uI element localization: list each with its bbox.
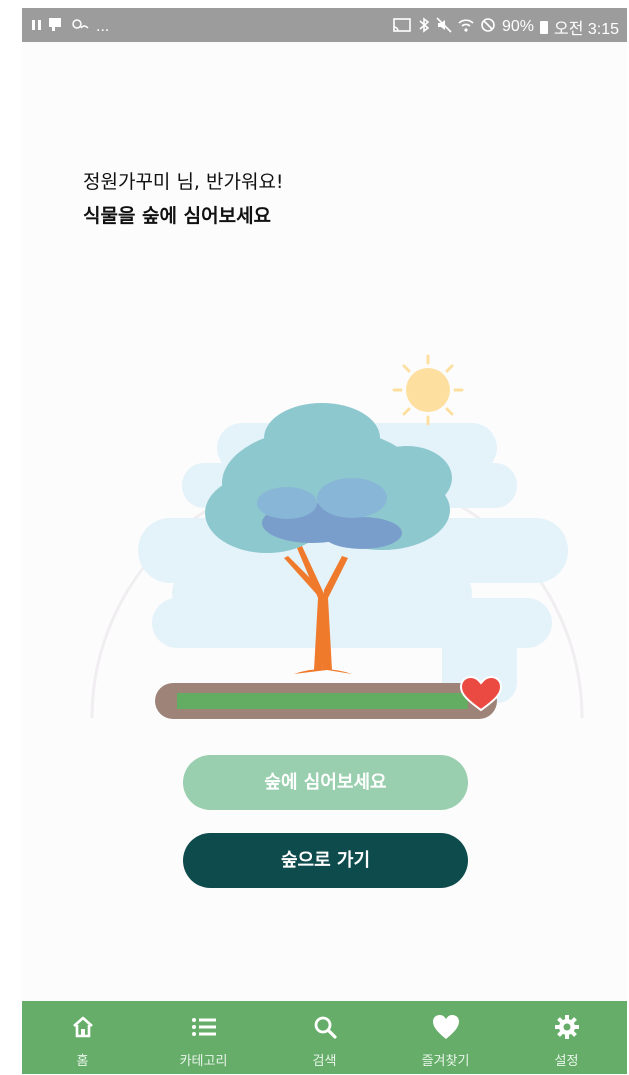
go-to-forest-button[interactable]: 숲으로 가기 bbox=[183, 833, 468, 888]
pause-icon bbox=[32, 18, 42, 36]
growth-progress-bar bbox=[155, 683, 497, 719]
battery-icon bbox=[539, 20, 548, 34]
wifi-icon bbox=[458, 17, 474, 38]
nav-label-home: 홈 bbox=[76, 1054, 89, 1069]
gear-icon bbox=[553, 1013, 581, 1041]
sun-icon bbox=[392, 354, 464, 426]
nav-item-home[interactable]: 홈 bbox=[22, 1001, 143, 1074]
weather-icon bbox=[70, 16, 90, 37]
bluetooth-icon bbox=[418, 16, 430, 38]
app-screen: ... 90% 오전 3:15 정원가꾸미 님, 반가워요! 식물을 숲에 심어 bbox=[22, 8, 627, 1074]
list-icon bbox=[190, 1013, 218, 1041]
progress-fill bbox=[177, 693, 468, 709]
nav-item-settings[interactable]: 설정 bbox=[506, 1001, 627, 1074]
page-subtitle: 식물을 숲에 심어보세요 bbox=[83, 205, 272, 227]
nav-item-category[interactable]: 카테고리 bbox=[143, 1001, 264, 1074]
plant-in-forest-button[interactable]: 숲에 심어보세요 bbox=[183, 755, 468, 810]
status-more-text: ... bbox=[96, 17, 110, 35]
heart-icon bbox=[432, 1013, 460, 1041]
do-not-disturb-icon bbox=[480, 17, 496, 38]
bottom-navigation: 홈 카테고리 검색 즐겨찾기 설정 bbox=[22, 1001, 627, 1074]
battery-percent: 90% bbox=[501, 18, 534, 35]
nav-item-favorites[interactable]: 즐겨찾기 bbox=[385, 1001, 506, 1074]
nav-label-search: 검색 bbox=[312, 1054, 337, 1069]
tree-illustration bbox=[90, 354, 584, 719]
home-icon bbox=[69, 1013, 97, 1041]
nav-label-favorites: 즐겨찾기 bbox=[421, 1054, 470, 1069]
clock: 오전 3:15 bbox=[553, 21, 619, 38]
nav-item-search[interactable]: 검색 bbox=[264, 1001, 385, 1074]
cast-icon bbox=[392, 17, 412, 38]
greeting-text: 정원가꾸미 님, 반가워요! bbox=[83, 171, 284, 193]
search-icon bbox=[311, 1013, 339, 1041]
notification-app-icon bbox=[48, 16, 64, 37]
status-bar: ... 90% 오전 3:15 bbox=[22, 8, 627, 42]
nav-label-category: 카테고리 bbox=[179, 1054, 228, 1069]
mute-icon bbox=[436, 16, 452, 38]
nav-label-settings: 설정 bbox=[554, 1054, 579, 1069]
